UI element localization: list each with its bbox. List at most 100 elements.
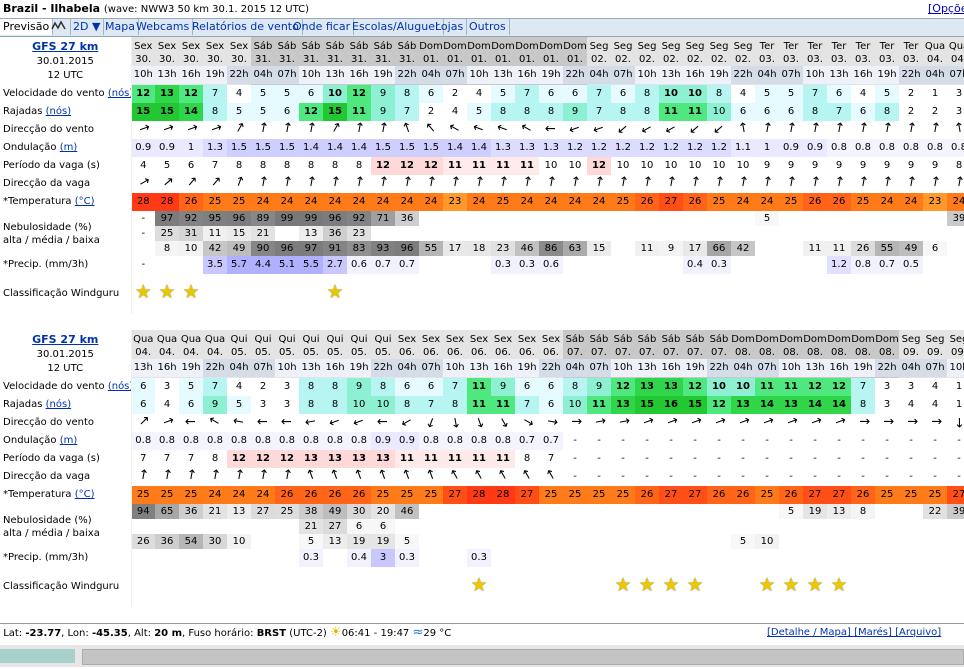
wind-speed-row-cell: 13 — [635, 378, 659, 396]
tab-schools-rental[interactable]: Escolas/Aluguer — [349, 19, 444, 35]
cloud-mid-row-cell — [227, 519, 251, 534]
cloud-low-row-cell: 17 — [683, 241, 707, 256]
cloud-high-row-cell — [611, 211, 635, 226]
day-name: Qui — [254, 333, 272, 345]
temperature-row-cell: 26 — [347, 486, 371, 504]
temperature-row-cell: 25 — [611, 486, 635, 504]
tab-where-to-stay[interactable]: Onde ficar — [290, 19, 355, 35]
wind-arrow-icon: ↑ — [205, 414, 225, 430]
precip-row-cell: 1.2 — [827, 256, 851, 274]
rating-cell — [851, 274, 875, 314]
wave-arrow-icon: ↑ — [208, 468, 222, 484]
rating-cell — [323, 567, 347, 607]
day-name: Qui — [374, 333, 392, 345]
precip-row-cell — [659, 549, 683, 567]
temperature-row-cell: 27 — [803, 486, 827, 504]
wave-period-row-cell: 11 — [443, 450, 467, 468]
time-header: Sex 06. 04h — [395, 330, 419, 378]
time-header: Seg 02. 22h — [731, 37, 755, 85]
day-date: 03. — [855, 53, 871, 65]
wind-arrow-icon: ↑ — [302, 414, 320, 429]
wave-period-row-cell: - — [683, 450, 707, 468]
view-2d-select[interactable]: 2D ▼ — [70, 19, 105, 35]
horizontal-scrollbar[interactable] — [0, 645, 964, 667]
day-date: 02. — [663, 53, 679, 65]
tab-other[interactable]: Outros — [466, 19, 510, 35]
rating-cell: ★ — [179, 274, 203, 314]
wave-period-row-cell: 12 — [419, 157, 443, 175]
wave-unit-link[interactable]: (m) — [60, 142, 78, 153]
tab-forecast[interactable]: Previsão — [0, 19, 54, 35]
cloud-mid-row-cell — [395, 519, 419, 534]
chart-icon[interactable] — [48, 19, 71, 35]
day-date: 02. — [711, 53, 727, 65]
day-date: 06. — [519, 346, 535, 358]
rating-cell — [875, 567, 899, 607]
cloud-low-row-cell: 26 — [131, 534, 155, 549]
wave-unit-link[interactable]: (m) — [60, 435, 78, 446]
day-date: 07. — [711, 346, 727, 358]
day-name: Seg — [589, 40, 609, 52]
gust-row-cell: 10 — [563, 396, 587, 414]
wave-period-row-cell: 12 — [227, 450, 251, 468]
wave-period-row-cell: - — [563, 450, 587, 468]
wind-speed-row-cell: 6 — [131, 378, 155, 396]
cloud-mid-row-cell — [467, 226, 491, 241]
hour: 22h — [227, 65, 251, 84]
cloud-high-row-cell — [899, 211, 923, 226]
wind-speed-row-cell: 10 — [323, 85, 347, 103]
hour: 04h — [419, 65, 443, 84]
wind-speed-row-cell: 7 — [851, 378, 875, 396]
cloud-low-row-cell: 17 — [443, 241, 467, 256]
wind-arrow-icon: ↑ — [543, 123, 559, 134]
temperature-row-cell: 24 — [227, 486, 251, 504]
time-header: Ter 03. 07h — [779, 37, 803, 85]
cloud-high-row-cell — [659, 504, 683, 519]
gust-unit-link[interactable]: (nós) — [46, 399, 71, 410]
precip-row-cell — [275, 549, 299, 567]
wind-unit-link[interactable]: (nós) — [108, 381, 130, 392]
temperature-row-cell: 25 — [707, 193, 731, 211]
cloud-mid-row-cell — [155, 519, 179, 534]
gust-row-cell: 15 — [131, 103, 155, 121]
wind-direction-row: Direcção do vento ↑ ↑ ↑ ↑ ↑ ↑ ↑ ↑ ↑ ↑ ↑ ↑ ↑ ↑ ↑ ↑ ↑ ↑ ↑ ↑ ↑ ↑ ↑… — [0, 121, 964, 139]
day-date: 08. — [879, 346, 895, 358]
day-name: Sáb — [373, 40, 393, 52]
footer: Lat: -23.77, Lon: -45.35, Alt: 20 m, Fus… — [0, 623, 964, 656]
scrollbar-thumb[interactable] — [82, 649, 964, 665]
temp-unit-link[interactable]: (°C) — [75, 489, 95, 500]
wave-height-row-cell: - — [947, 432, 964, 450]
wind-speed-row-cell: 3 — [899, 378, 923, 396]
day-date: 03. — [759, 53, 775, 65]
cloud-mid-row-cell — [587, 226, 611, 241]
hour: 07h — [611, 65, 635, 84]
tab-shops[interactable]: Lojas — [432, 19, 468, 35]
scroll-left-area[interactable] — [0, 649, 75, 663]
wind-unit-link[interactable]: (nós) — [108, 88, 130, 99]
cloud-high-row-cell: 13 — [827, 504, 851, 519]
temp-unit-link[interactable]: (°C) — [75, 196, 95, 207]
wind-direction-row-cell: ↑ — [371, 121, 395, 139]
wind-arrow-icon: ↑ — [686, 414, 704, 430]
model-link[interactable]: GFS 27 km — [0, 39, 130, 55]
cloud-high-row-cell — [419, 211, 443, 226]
wind-speed-row-cell: 8 — [323, 378, 347, 396]
gust-row-cell: 13 — [779, 396, 803, 414]
model-link[interactable]: GFS 27 km — [0, 332, 130, 348]
tab-webcams[interactable]: Webcams — [133, 19, 194, 35]
forecast-table-2: GFS 27 km 30.01.2015 12 UTC Qua 04. 13h Qua 04.… — [0, 330, 964, 607]
row-label-text: Velocidade do vento — [3, 88, 105, 99]
gust-unit-link[interactable]: (nós) — [46, 106, 71, 117]
gust-row-cell: 11 — [659, 103, 683, 121]
cloud-high-row-cell — [875, 211, 899, 226]
tab-wind-reports[interactable]: Relatórios de vento — [189, 19, 303, 35]
options-link[interactable]: [Opções — [928, 2, 964, 15]
hour: 07h — [419, 358, 443, 377]
wave-period-row-cell: 10 — [635, 157, 659, 175]
temperature-row-cell: 25 — [131, 486, 155, 504]
wave-height-row-cell: 0.7 — [515, 432, 539, 450]
rating-cell — [395, 274, 419, 314]
cloud-high-row-cell: 96 — [323, 211, 347, 226]
rating-cell — [179, 567, 203, 607]
star-icon: ★ — [662, 574, 680, 596]
